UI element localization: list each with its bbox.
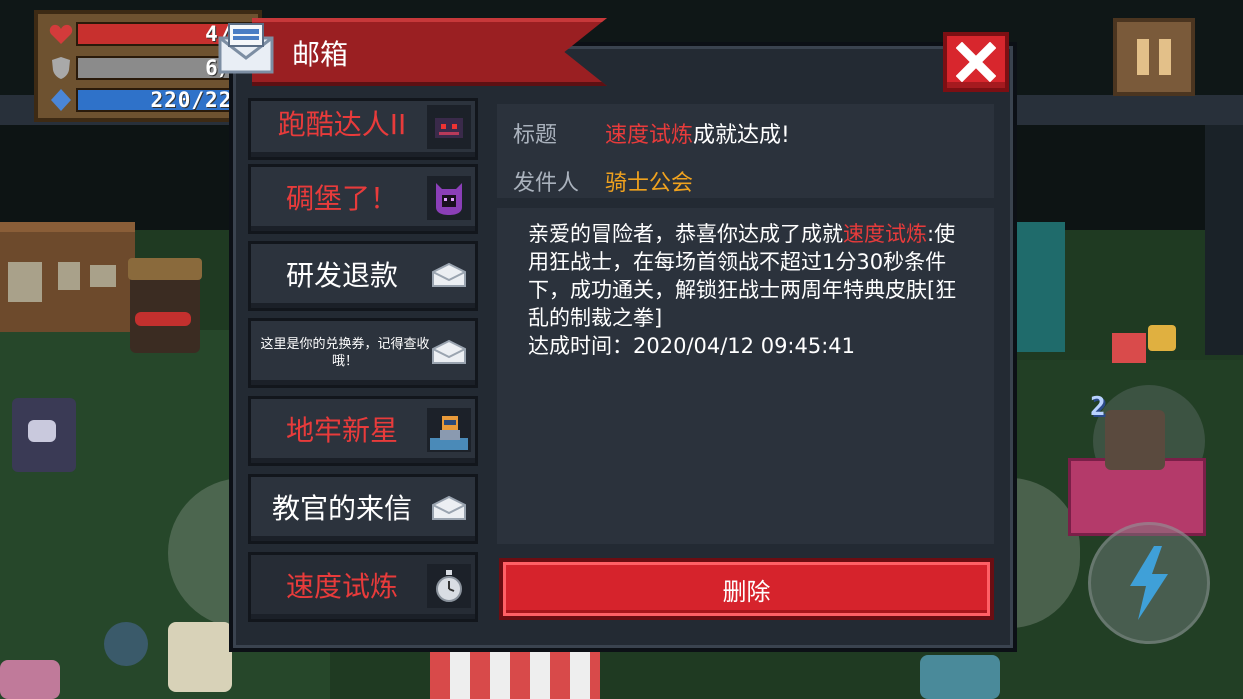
mail-body-text: 亲爱的冒险者，恭喜你达成了成就速度试炼:使用狂战士，在每场首领战不超过1分30秒… (528, 220, 968, 360)
mailbox-title: 邮箱 (292, 38, 349, 71)
stopwatch-icon (427, 564, 471, 608)
sender-value: 骑士公会 (605, 171, 694, 196)
weapon-count-badge: 2 (1090, 392, 1106, 422)
mail-item-label: 教官的来信 (271, 492, 412, 525)
envelope-icon (427, 486, 471, 530)
body-part-1: 亲爱的冒险者，恭喜你达成了成就 (528, 222, 843, 246)
mail-item-speed-trial[interactable]: 速度试炼 (248, 552, 478, 622)
mail-item-parkour-master[interactable]: 跑酷达人II (248, 98, 478, 160)
monster-icon (427, 105, 471, 149)
mail-item-rnd-refund[interactable]: 研发退款 (248, 241, 478, 311)
shop-stall (430, 652, 600, 699)
achievement-time: 达成时间：2020/04/12 09:45:41 (528, 334, 856, 358)
sender-label: 发件人 (513, 171, 580, 196)
knight-icon (427, 408, 471, 452)
energy-diamond-icon (46, 87, 76, 113)
mail-item-label: 研发退款 (285, 259, 398, 292)
pause-button[interactable] (1113, 18, 1195, 96)
skill-button[interactable] (1088, 522, 1210, 644)
envelope-icon (427, 253, 471, 297)
heart-icon (46, 21, 76, 47)
lightning-icon (1130, 546, 1168, 620)
delete-button[interactable]: 删除 (499, 558, 994, 620)
purple-helmet-icon (427, 176, 471, 220)
mail-item-label: 这里是你的兑换券，记得查收哦！ (260, 337, 430, 369)
subject-rest: 成就达成! (693, 123, 790, 148)
mail-item-dungeon-star[interactable]: 地牢新星 (248, 396, 478, 466)
mail-item-bunker[interactable]: 碉堡了！ (248, 164, 478, 234)
envelope-icon (427, 330, 471, 374)
subject-value: 速度试炼成就达成! (605, 117, 790, 149)
shield-icon (46, 55, 76, 81)
mail-item-label: 碉堡了！ (285, 182, 398, 215)
mail-item-label: 速度试炼 (285, 570, 398, 603)
mail-item-label: 地牢新星 (285, 414, 398, 447)
mail-item-instructor-letter[interactable]: 教官的来信 (248, 474, 478, 544)
mail-item-voucher[interactable]: 这里是你的兑换券，记得查收哦！ (248, 318, 478, 388)
mail-item-label: 跑酷达人II (277, 108, 407, 141)
close-button[interactable] (943, 32, 1009, 92)
body-highlight: 速度试炼 (843, 222, 927, 246)
subject-label: 标题 (513, 123, 558, 148)
mail-envelope-icon (217, 20, 275, 78)
close-x-icon (956, 42, 996, 82)
gift-box (1112, 333, 1146, 363)
subject-highlight: 速度试炼 (605, 123, 694, 148)
energy-row: 220/220 (46, 86, 256, 114)
